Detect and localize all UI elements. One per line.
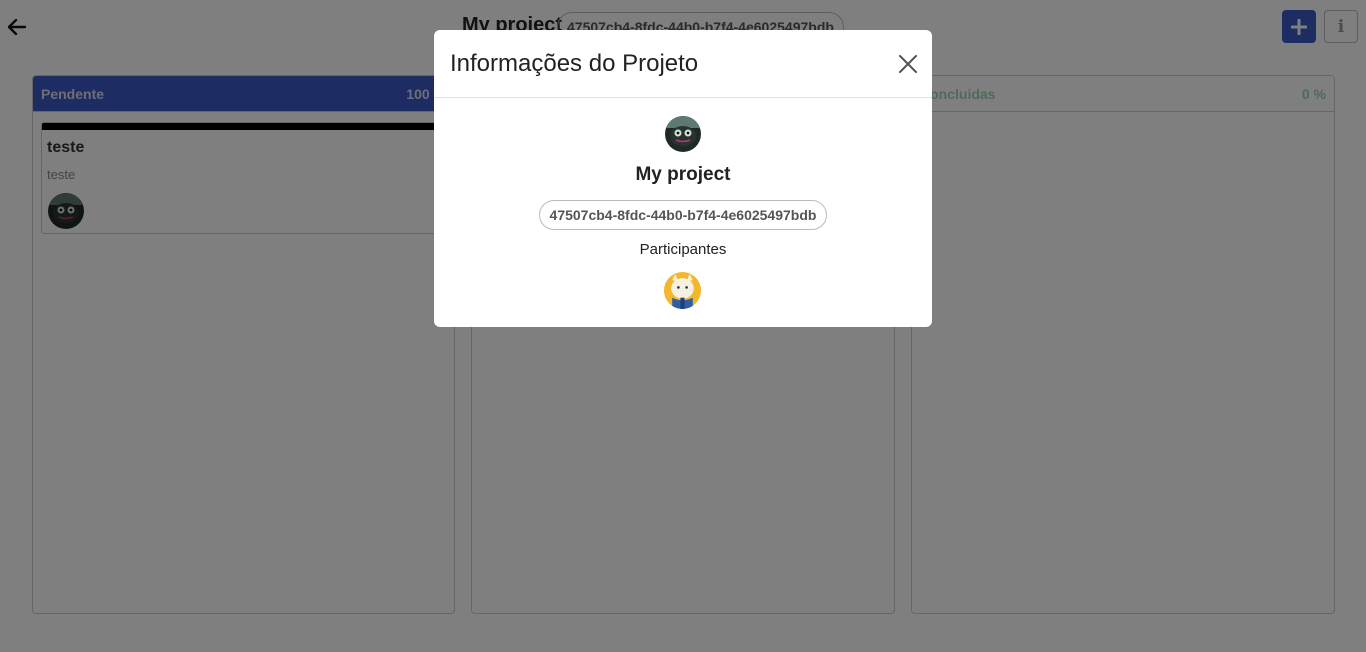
project-info-modal: Informações do Projeto My project 47507c…	[434, 30, 932, 327]
modal-project-id-badge[interactable]: 47507cb4-8fdc-44b0-b7f4-4e6025497bdb	[539, 200, 827, 230]
modal-project-name: My project	[635, 164, 731, 185]
participant-avatar[interactable]	[664, 272, 701, 309]
close-icon	[899, 55, 917, 73]
modal-title: Informações do Projeto	[450, 50, 699, 77]
owner-avatar	[665, 116, 701, 152]
participants-label: Participantes	[639, 241, 727, 258]
modal-close-button[interactable]	[896, 52, 920, 76]
modal-header: Informações do Projeto	[434, 30, 932, 98]
modal-body: My project 47507cb4-8fdc-44b0-b7f4-4e602…	[434, 98, 932, 327]
